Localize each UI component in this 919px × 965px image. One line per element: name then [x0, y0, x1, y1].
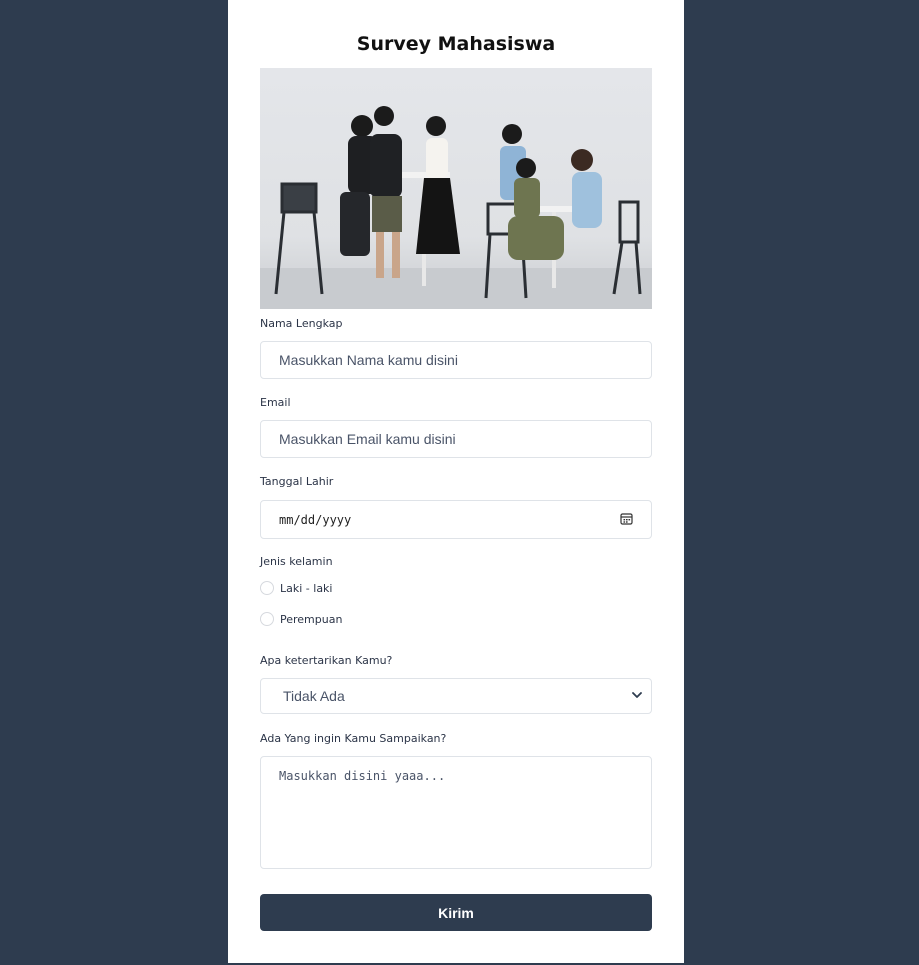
email-input[interactable]	[260, 420, 652, 458]
radio-female[interactable]	[260, 612, 274, 626]
message-textarea[interactable]: Masukkan disini yaaa...	[260, 756, 652, 869]
message-placeholder: Masukkan disini yaaa...	[279, 769, 446, 783]
name-input[interactable]	[260, 341, 652, 379]
gender-option-female[interactable]: Perempuan	[260, 612, 342, 626]
survey-card: Survey Mahasiswa Nama Lengkap Masukkan N…	[228, 0, 684, 963]
interest-label: Apa ketertarikan Kamu?	[260, 654, 393, 667]
interest-selected-value: Tidak Ada	[283, 688, 345, 704]
name-label: Nama Lengkap	[260, 317, 343, 330]
dob-label: Tanggal Lahir	[260, 475, 334, 488]
gender-option-male[interactable]: Laki - laki	[260, 581, 332, 595]
message-label: Ada Yang ingin Kamu Sampaikan?	[260, 732, 447, 745]
dob-input[interactable]: mm/dd/yyyy	[260, 500, 652, 539]
page-title: Survey Mahasiswa	[356, 33, 556, 55]
hero-image	[260, 68, 652, 309]
radio-male[interactable]	[260, 581, 274, 595]
dob-placeholder: mm/dd/yyyy	[279, 512, 352, 527]
gender-option-label: Perempuan	[280, 612, 343, 626]
gender-label: Jenis kelamin	[260, 555, 333, 568]
gender-option-label: Laki - laki	[280, 581, 333, 595]
submit-button[interactable]: Kirim	[260, 894, 652, 931]
chevron-down-icon	[631, 688, 643, 704]
interest-select[interactable]: Tidak Ada	[260, 678, 652, 714]
calendar-icon[interactable]	[620, 512, 633, 528]
email-label: Email	[260, 396, 291, 409]
